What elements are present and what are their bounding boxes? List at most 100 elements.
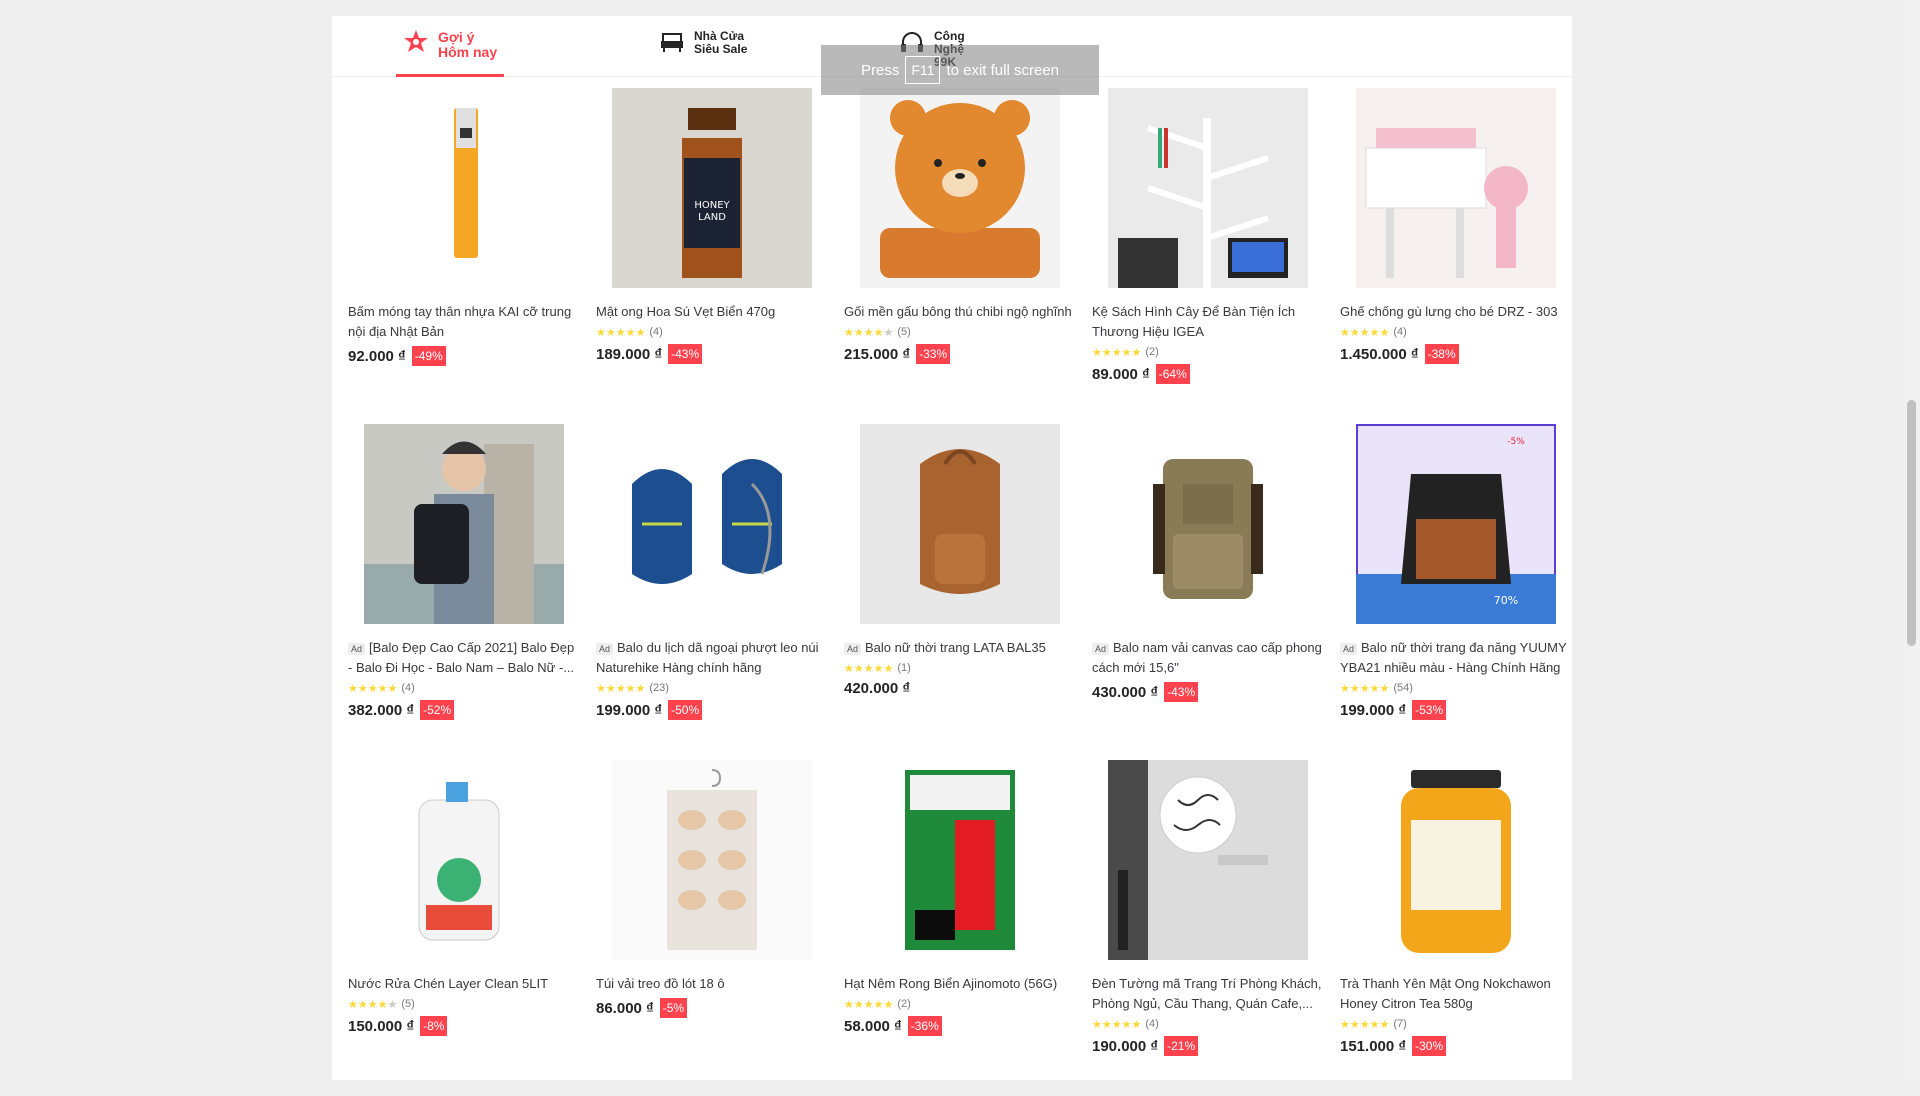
product-name-text: Balo du lịch dã ngoại phượt leo núi Natu… [596,640,819,675]
product-name-text: Balo nữ thời trang đa năng YUUMY YBA21 n… [1340,640,1567,675]
tab-label: Nhà Cửa Siêu Sale [694,29,748,56]
product-rating: ★★★★★ (4) [1340,324,1572,340]
promo-backpack-image[interactable]: -5% 70% [1356,424,1556,624]
fullscreen-notice: Press F11 to exit full screen [821,45,1099,95]
discount-badge: -5% [659,998,688,1018]
product-card[interactable]: Kệ Sách Hình Cây Để Bàn Tiện Ích Thương … [1092,88,1324,424]
product-card[interactable]: Ad Balo du lịch dã ngoại phượt leo núi Na… [596,424,828,760]
nail-clipper-image[interactable] [364,88,564,288]
product-card[interactable]: Ad [Balo Đẹp Cao Cấp 2021] Balo Đẹp - Bal… [348,424,580,760]
canvas-backpack-image[interactable] [1108,424,1308,624]
star-badge-icon [404,30,428,52]
tree-bookshelf-image[interactable] [1108,88,1308,288]
hanging-organizer-image[interactable] [612,760,812,960]
product-price: 199.000 ₫ [1340,701,1407,719]
price-row: 199.000 ₫ -53% [1340,700,1572,720]
product-name[interactable]: Kệ Sách Hình Cây Để Bàn Tiện Ích Thương … [1092,302,1324,342]
product-card[interactable]: Gối mền gấu bông thú chibi ngộ nghĩnh ★★★… [844,88,1076,424]
product-price: 430.000 ₫ [1092,683,1159,701]
product-rating: ★★★★★ (2) [844,996,1076,1012]
discount-badge: -38% [1424,344,1459,364]
leather-backpack-image[interactable] [860,424,1060,624]
product-name[interactable]: Bấm móng tay thân nhựa KAI cỡ trung nội … [348,302,580,342]
product-card[interactable]: Ad Balo nữ thời trang LATA BAL35 ★★★★★ (1) 4… [844,424,1076,760]
product-name[interactable]: Mật ong Hoa Sú Vẹt Biển 470g [596,302,828,322]
product-name[interactable]: Ad Balo nữ thời trang đa năng YUUMY YBA21… [1340,638,1572,678]
rating-stars-icon: ★★★★★ [1340,682,1390,695]
notice-text-after: to exit full screen [946,61,1059,79]
price-row: 150.000 ₫ -8% [348,1016,580,1036]
product-name[interactable]: Ad Balo nam vải canvas cao cấp phong cách… [1092,638,1324,678]
product-card[interactable]: Bấm móng tay thân nhựa KAI cỡ trung nội … [348,88,580,424]
rating-stars-icon: ★★★★★ [844,326,894,339]
product-price: 151.000 ₫ [1340,1037,1407,1055]
man-backpack-image[interactable] [364,424,564,624]
detergent-jug-image[interactable] [364,760,564,960]
citron-tea-jar-image[interactable] [1356,760,1556,960]
discount-badge: -43% [668,344,703,364]
ad-badge: Ad [1340,642,1358,655]
product-card[interactable]: Đèn Tường mã Trang Trí Phòng Khách, Phòn… [1092,760,1324,1096]
product-price: 420.000 ₫ [844,680,911,697]
product-rating: ★★★★★ (7) [1340,1016,1572,1032]
price-row: 430.000 ₫ -43% [1092,682,1324,702]
product-name[interactable]: Ghế chống gù lưng cho bé DRZ - 303 [1340,302,1572,322]
rating-stars-icon: ★★★★★ [348,682,398,695]
product-name-text: Mật ong Hoa Sú Vẹt Biển 470g [596,304,776,319]
product-price: 199.000 ₫ [596,701,663,719]
product-name[interactable]: Đèn Tường mã Trang Trí Phòng Khách, Phòn… [1092,974,1324,1014]
review-count: (23) [649,682,669,694]
product-rating: ★★★★★ (1) [844,660,1076,676]
wall-lamp-image[interactable] [1108,760,1308,960]
review-count: (1) [897,662,911,674]
ad-badge: Ad [1092,642,1110,655]
product-name[interactable]: Hạt Nêm Rong Biển Ajinomoto (56G) [844,974,1076,994]
discount-badge: -43% [1164,682,1199,702]
product-card[interactable]: Nước Rửa Chén Layer Clean 5LIT ★★★★★ (5) 15… [348,760,580,1096]
price-row: 1.450.000 ₫ -38% [1340,344,1572,364]
product-card[interactable]: Ad Balo nam vải canvas cao cấp phong cách… [1092,424,1324,760]
price-row: 151.000 ₫ -30% [1340,1036,1572,1056]
product-rating: ★★★★★ (5) [844,324,1076,340]
page-scrollbar[interactable] [1903,0,1920,1080]
rating-stars-icon: ★★★★★ [596,682,646,695]
product-name[interactable]: Gối mền gấu bông thú chibi ngộ nghĩnh [844,302,1076,322]
discount-badge: -50% [668,700,703,720]
honey-bottle-image[interactable]: HONEY LAND [612,88,812,288]
product-rating: ★★★★★ (4) [348,680,580,696]
product-name[interactable]: Trà Thanh Yên Mật Ong Nokchawon Honey Ci… [1340,974,1572,1014]
product-price: 1.450.000 ₫ [1340,345,1419,363]
product-name[interactable]: Nước Rửa Chén Layer Clean 5LIT [348,974,580,994]
price-row: 199.000 ₫ -50% [596,700,828,720]
kids-desk-image[interactable] [1356,88,1556,288]
svg-text:LAND: LAND [698,212,726,223]
product-rating: ★★★★★ (4) [596,324,828,340]
review-count: (5) [401,998,415,1010]
rating-stars-icon: ★★★★★ [348,998,398,1011]
product-card[interactable]: Túi vải treo đồ lót 18 ô 86.000 ₫ -5% [596,760,828,1096]
price-row: 420.000 ₫ [844,680,1076,697]
svg-text:70%: 70% [1494,594,1518,607]
seasoning-pack-image[interactable] [860,760,1060,960]
ad-badge: Ad [596,642,614,655]
bear-pillow-image[interactable] [860,88,1060,288]
product-name[interactable]: Ad Balo du lịch dã ngoại phượt leo núi Na… [596,638,828,678]
product-name[interactable]: Ad [Balo Đẹp Cao Cấp 2021] Balo Đẹp - Bal… [348,638,580,678]
scrollbar-thumb[interactable] [1907,400,1916,646]
product-card[interactable]: HONEY LAND Mật ong Hoa Sú Vẹt Biển 470g ★★★… [596,88,828,424]
product-name[interactable]: Túi vải treo đồ lót 18 ô [596,974,828,994]
tab-nha-cua-sieu-sale[interactable]: Nhà Cửa Siêu Sale [658,28,754,76]
product-feed: Gợi ý Hôm nay Nhà Cửa Siêu Sale Công Ngh… [332,16,1572,1080]
product-price: 190.000 ₫ [1092,1037,1159,1055]
product-card[interactable]: Trà Thanh Yên Mật Ong Nokchawon Honey Ci… [1340,760,1572,1096]
product-card[interactable]: Ghế chống gù lưng cho bé DRZ - 303 ★★★★★(… [1340,88,1572,424]
blue-backpack-image[interactable] [612,424,812,624]
tab-goi-y-hom-nay[interactable]: Gợi ý Hôm nay [396,28,504,77]
product-price: 215.000 ₫ [844,345,911,363]
product-card[interactable]: -5% 70% Ad Balo nữ thời trang đa năng YUUMY… [1340,424,1572,760]
product-card[interactable]: Hạt Nêm Rong Biển Ajinomoto (56G) ★★★★★ (2… [844,760,1076,1096]
product-name[interactable]: Ad Balo nữ thời trang LATA BAL35 [844,638,1076,658]
product-price: 150.000 ₫ [348,1017,415,1035]
product-price: 58.000 ₫ [844,1017,902,1035]
review-count: (4) [1393,326,1407,338]
